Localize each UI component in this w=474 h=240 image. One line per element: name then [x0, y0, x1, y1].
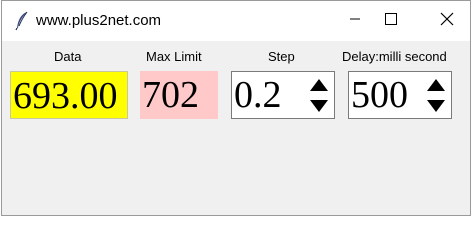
step-increment-button[interactable] [308, 75, 330, 95]
step-decrement-button[interactable] [308, 96, 330, 116]
step-label: Step [268, 49, 295, 64]
delay-decrement-button[interactable] [425, 96, 447, 116]
maximize-icon [385, 12, 397, 30]
delay-value[interactable]: 500 [351, 72, 408, 118]
max-limit-label: Max Limit [146, 49, 202, 64]
arrow-down-icon [310, 100, 328, 112]
delay-increment-button[interactable] [425, 75, 447, 95]
data-label: Data [54, 49, 82, 64]
delay-label: Delay:milli second [342, 49, 447, 64]
close-icon [440, 12, 454, 31]
arrow-down-icon [427, 100, 445, 112]
feather-icon [14, 11, 30, 31]
arrow-up-icon [310, 79, 328, 91]
window-title: www.plus2net.com [36, 12, 162, 29]
delay-spinbox[interactable]: 500 [348, 71, 452, 119]
maximize-button[interactable] [368, 1, 414, 41]
arrow-up-icon [427, 79, 445, 91]
close-button[interactable] [424, 1, 470, 41]
title-bar[interactable]: www.plus2net.com [2, 1, 470, 41]
max-limit-display: 702 [140, 71, 218, 119]
step-spinbox[interactable]: 0.2 [231, 71, 335, 119]
step-value[interactable]: 0.2 [234, 72, 282, 118]
minimize-icon [349, 12, 361, 30]
data-value-display: 693.00 [10, 71, 128, 119]
app-window: www.plus2net.com Data Max Limit Step Del… [1, 0, 471, 216]
